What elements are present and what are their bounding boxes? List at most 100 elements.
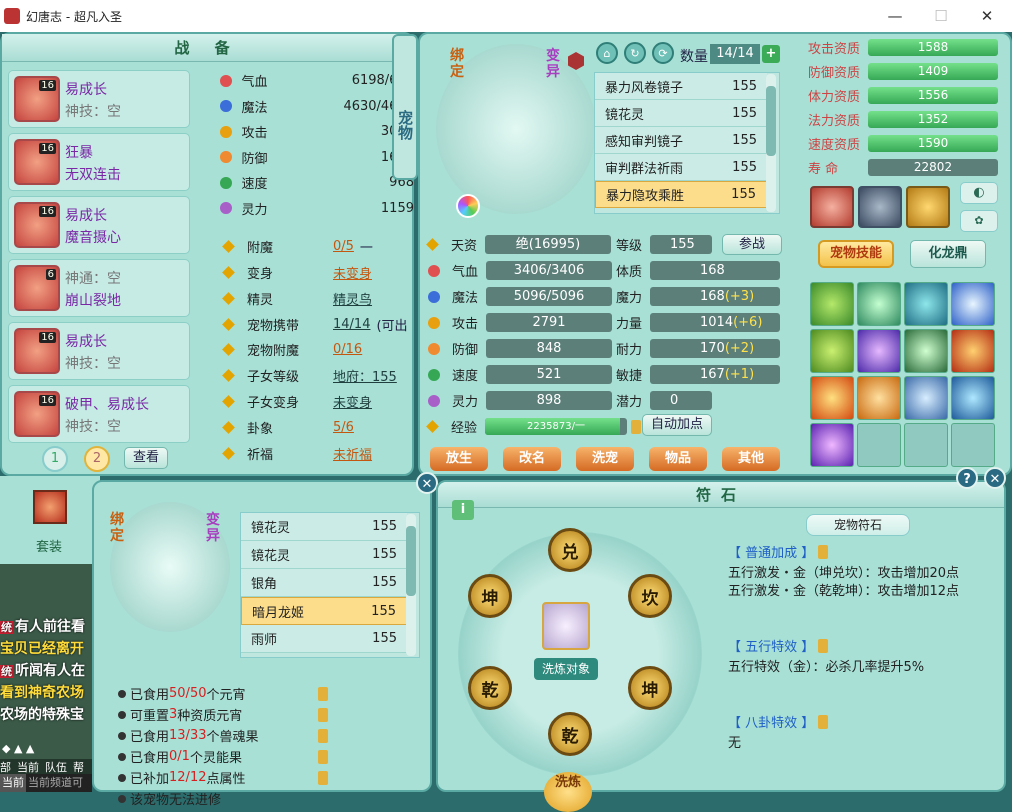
extra-value[interactable]: 5/6 bbox=[333, 420, 354, 435]
pet-list-item[interactable]: 暴力隐攻乘胜 155 bbox=[595, 181, 767, 208]
mini-pet-item[interactable]: 银角 155 bbox=[241, 569, 407, 597]
auto-point-button[interactable]: 自动加点 bbox=[642, 414, 712, 436]
dragon-cauldron-tab[interactable]: 化龙鼎 bbox=[910, 240, 986, 268]
equipment-card[interactable]: 16 易成长 神技：空 bbox=[8, 70, 190, 128]
pet-action-button[interactable]: 改名 bbox=[503, 447, 561, 471]
pet-list: 暴力风卷镜子 155 镜花灵 155 感知审判镜子 155 审判群法祈雨 155 暴力隐攻乘胜 1… bbox=[594, 72, 780, 214]
equipment-card[interactable]: 16 易成长 魔音摄心 bbox=[8, 196, 190, 254]
yin-yang-icon[interactable]: ◐ bbox=[960, 182, 998, 204]
equipment-card[interactable]: 16 狂暴 无双连击 bbox=[8, 133, 190, 191]
chat-input[interactable]: 当前 当前频道可 bbox=[0, 774, 92, 792]
extra-value[interactable]: 0/16 bbox=[333, 342, 362, 357]
help-icon[interactable]: ? bbox=[956, 467, 978, 489]
extra-value[interactable]: 14/14 bbox=[333, 317, 370, 332]
skill-icon[interactable] bbox=[810, 329, 854, 373]
mini-pet-item[interactable]: 镜花灵 155 bbox=[241, 513, 407, 541]
refresh-icon[interactable]: ↻ bbox=[624, 42, 646, 64]
chat-tab[interactable]: 队伍 bbox=[45, 759, 67, 775]
skill-icon[interactable] bbox=[904, 329, 948, 373]
pet-list-item[interactable]: 审判群法祈雨 155 bbox=[595, 154, 767, 181]
extra-value[interactable]: 精灵鸟 bbox=[333, 289, 372, 308]
skill-icon[interactable] bbox=[857, 282, 901, 326]
info-icon[interactable]: i bbox=[452, 500, 474, 520]
skill-icon[interactable] bbox=[857, 329, 901, 373]
pet-list-item[interactable]: 暴力风卷镜子 155 bbox=[595, 73, 767, 100]
skill-icon[interactable] bbox=[810, 376, 854, 420]
cycle-icon[interactable]: ⟳ bbox=[652, 42, 674, 64]
armor-icon[interactable] bbox=[858, 186, 902, 228]
rune-tile[interactable]: 兑 bbox=[548, 528, 592, 572]
lock-icon[interactable] bbox=[818, 714, 829, 729]
pet-list-item[interactable]: 感知审判镜子 155 bbox=[595, 127, 767, 154]
chat-tab[interactable]: 帮 bbox=[73, 759, 84, 775]
mini-pet-item[interactable]: 暗月龙姬 155 bbox=[241, 597, 407, 625]
home-icon[interactable]: ⌂ bbox=[596, 42, 618, 64]
spirit-icon bbox=[428, 394, 440, 407]
extra-value[interactable]: 0/5 bbox=[333, 239, 354, 254]
mini-pet-item[interactable]: 镜花灵 155 bbox=[241, 541, 407, 569]
collar-icon[interactable] bbox=[810, 186, 854, 228]
page-1-button[interactable]: 1 bbox=[42, 446, 68, 472]
extra-value[interactable]: 未变身 bbox=[333, 263, 372, 282]
lock-icon[interactable] bbox=[318, 728, 328, 743]
page-2-button[interactable]: 2 bbox=[84, 446, 110, 472]
pet-tab[interactable]: 宠物 bbox=[392, 34, 418, 180]
skill-icon[interactable] bbox=[904, 376, 948, 420]
lock-icon[interactable] bbox=[318, 707, 328, 722]
color-wheel-icon[interactable] bbox=[456, 194, 480, 218]
extra-value[interactable]: 地府：155 bbox=[333, 366, 397, 385]
lock-icon[interactable] bbox=[318, 770, 328, 785]
extra-value[interactable]: 未变身 bbox=[333, 392, 372, 411]
rune-tile[interactable]: 坤 bbox=[468, 574, 512, 618]
equipment-card[interactable]: 16 易成长 神技：空 bbox=[8, 322, 190, 380]
view-button[interactable]: 查看 bbox=[124, 447, 168, 469]
chat-line: 宝贝已经离开 bbox=[0, 638, 84, 658]
wash-target-portrait[interactable] bbox=[542, 602, 590, 650]
lock-icon[interactable] bbox=[318, 686, 328, 701]
rune-tile[interactable]: 坎 bbox=[628, 574, 672, 618]
pet-action-button[interactable]: 放生 bbox=[430, 447, 488, 471]
necklace-icon[interactable] bbox=[906, 186, 950, 228]
lock-icon[interactable] bbox=[818, 638, 829, 653]
pet-action-button[interactable]: 洗宠 bbox=[576, 447, 634, 471]
close-button[interactable]: ✕ bbox=[964, 0, 1010, 32]
lock-icon[interactable] bbox=[318, 749, 328, 764]
pet-stat-label: 速度 bbox=[452, 369, 479, 384]
equipment-card[interactable]: 6 神通：空 崩山裂地 bbox=[8, 259, 190, 317]
pet-attr-row: 体质 168 bbox=[616, 261, 780, 280]
close-icon[interactable]: ✕ bbox=[984, 467, 1006, 489]
minimize-button[interactable]: — bbox=[872, 0, 918, 32]
pet-action-button[interactable]: 其他 bbox=[722, 447, 780, 471]
skill-icon[interactable] bbox=[810, 423, 854, 467]
pet-skill-tab[interactable]: 宠物技能 bbox=[818, 240, 894, 268]
mini-pet-item[interactable]: 雨师 155 bbox=[241, 625, 407, 653]
mini-list-scrollbar[interactable] bbox=[406, 514, 416, 656]
outfit-icon[interactable] bbox=[33, 490, 67, 524]
pet-stat-row: 魔法 5096/5096 bbox=[428, 287, 612, 306]
pet-list-item[interactable]: 镜花灵 155 bbox=[595, 100, 767, 127]
close-icon[interactable]: ✕ bbox=[416, 472, 438, 494]
wash-button[interactable]: 洗炼 bbox=[544, 772, 592, 812]
maximize-button[interactable]: ☐ bbox=[918, 0, 964, 32]
skill-icon[interactable] bbox=[951, 282, 995, 326]
rune-tile[interactable]: 乾 bbox=[468, 666, 512, 710]
battle-button[interactable]: 参战 bbox=[722, 234, 782, 255]
pet-action-button[interactable]: 物品 bbox=[649, 447, 707, 471]
skill-icon[interactable] bbox=[951, 376, 995, 420]
rune-tile[interactable]: 坤 bbox=[628, 666, 672, 710]
lock-icon[interactable] bbox=[818, 544, 829, 559]
pet-list-scrollbar[interactable] bbox=[766, 74, 776, 212]
chat-tab[interactable]: 部 bbox=[0, 759, 11, 775]
extra-value[interactable]: 未祈福 bbox=[333, 444, 372, 463]
chat-tab[interactable]: 当前 bbox=[17, 759, 39, 775]
rune-tile[interactable]: 乾 bbox=[548, 712, 592, 756]
paw-icon[interactable]: ✿ bbox=[960, 210, 998, 232]
skill-icon[interactable] bbox=[810, 282, 854, 326]
chat-arrows[interactable]: ◆ ▲ ▲ bbox=[2, 742, 34, 755]
lock-icon[interactable] bbox=[631, 419, 641, 434]
skill-icon[interactable] bbox=[951, 329, 995, 373]
equipment-card[interactable]: 16 破甲、易成长 神技：空 bbox=[8, 385, 190, 443]
add-icon[interactable]: + bbox=[762, 45, 780, 63]
skill-icon[interactable] bbox=[857, 376, 901, 420]
skill-icon[interactable] bbox=[904, 282, 948, 326]
